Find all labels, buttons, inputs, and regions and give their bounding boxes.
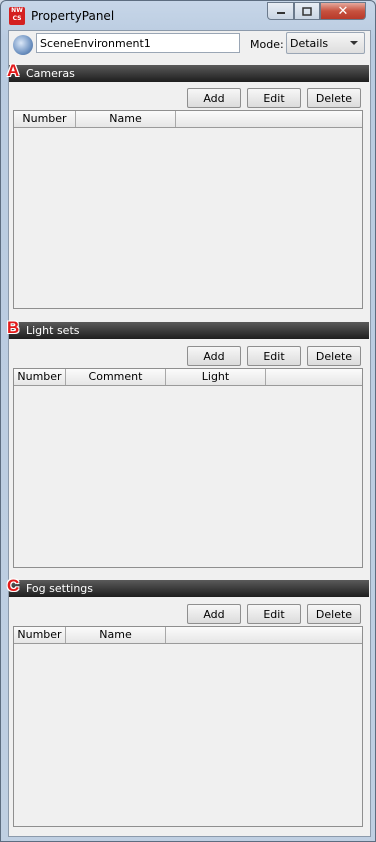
fog-settings-edit-button[interactable]: Edit xyxy=(247,604,301,624)
scene-icon xyxy=(13,35,33,55)
light-sets-delete-button[interactable]: Delete xyxy=(307,346,361,366)
light-sets-edit-button[interactable]: Edit xyxy=(247,346,301,366)
cameras-section-title: Cameras xyxy=(26,67,75,80)
fog-settings-add-button[interactable]: Add xyxy=(187,604,241,624)
section-badge-a: A xyxy=(7,61,20,80)
cameras-table-header: Number Name xyxy=(14,111,362,128)
light-sets-section-title: Light sets xyxy=(26,324,80,337)
app-icon-line-1: NW xyxy=(11,7,23,14)
title-bar[interactable]: NW CS PropertyPanel ✕ xyxy=(1,1,375,30)
column-header-name[interactable]: Name xyxy=(76,111,176,127)
close-button[interactable]: ✕ xyxy=(320,2,366,20)
app-icon-line-2: CS xyxy=(12,15,22,22)
column-header-comment[interactable]: Comment xyxy=(66,369,166,385)
cameras-edit-button[interactable]: Edit xyxy=(247,88,301,108)
close-icon: ✕ xyxy=(337,3,349,19)
window-title: PropertyPanel xyxy=(31,9,115,23)
maximize-icon xyxy=(302,6,312,16)
nwcs-app-icon: NW CS xyxy=(9,7,25,25)
column-header-light[interactable]: Light xyxy=(166,369,266,385)
minimize-icon xyxy=(276,12,285,14)
column-header-number[interactable]: Number xyxy=(14,369,66,385)
chevron-down-icon xyxy=(350,41,358,45)
fog-settings-table-header: Number Name xyxy=(14,627,362,644)
cameras-add-button[interactable]: Add xyxy=(187,88,241,108)
cameras-section-header: A Cameras xyxy=(7,61,369,82)
section-badge-b: B xyxy=(7,318,20,337)
panel-client-area: SceneEnvironment1 Mode: Details A Camera… xyxy=(7,30,371,837)
scene-name-field[interactable]: SceneEnvironment1 xyxy=(36,33,240,53)
fog-settings-table[interactable]: Number Name xyxy=(13,626,363,827)
light-sets-section-header: B Light sets xyxy=(7,318,369,339)
column-header-number[interactable]: Number xyxy=(14,627,66,643)
light-sets-add-button[interactable]: Add xyxy=(187,346,241,366)
light-sets-table[interactable]: Number Comment Light xyxy=(13,368,363,568)
cameras-delete-button[interactable]: Delete xyxy=(307,88,361,108)
fog-settings-section-title: Fog settings xyxy=(26,582,94,595)
maximize-button[interactable] xyxy=(294,2,320,20)
light-sets-table-header: Number Comment Light xyxy=(14,369,362,386)
column-header-name[interactable]: Name xyxy=(66,627,166,643)
fog-settings-section-header: C Fog settings xyxy=(7,576,369,597)
column-header-number[interactable]: Number xyxy=(14,111,76,127)
mode-label: Mode: xyxy=(250,38,284,51)
mode-dropdown[interactable]: Details xyxy=(286,32,365,54)
mode-selected-value: Details xyxy=(290,37,329,50)
fog-settings-delete-button[interactable]: Delete xyxy=(307,604,361,624)
cameras-table[interactable]: Number Name xyxy=(13,110,363,309)
column-header-filler xyxy=(266,369,362,385)
column-header-filler xyxy=(176,111,362,127)
minimize-button[interactable] xyxy=(267,2,294,20)
section-badge-c: C xyxy=(7,576,20,595)
property-panel-window: NW CS PropertyPanel ✕ SceneEnvironment1 … xyxy=(0,0,376,842)
column-header-filler xyxy=(166,627,362,643)
